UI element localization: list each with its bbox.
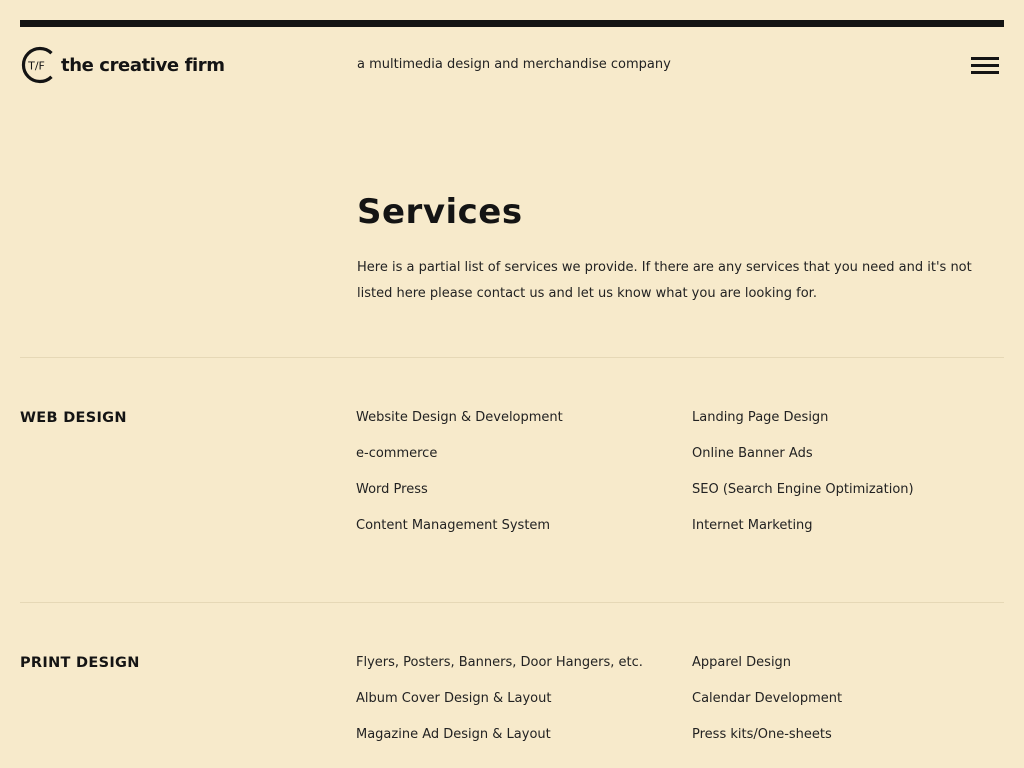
- menu-line: [971, 57, 999, 60]
- logo-mark-icon: T/F: [21, 46, 53, 84]
- service-item: e-commerce: [356, 446, 438, 461]
- hamburger-menu-icon[interactable]: [971, 56, 999, 76]
- section-divider: [20, 602, 1004, 603]
- page-title: Services: [357, 192, 523, 232]
- site-logo[interactable]: T/F the creative firm: [20, 46, 225, 84]
- service-item: Internet Marketing: [692, 518, 813, 533]
- section-title-print-design: PRINT DESIGN: [20, 655, 140, 671]
- site-tagline: a multimedia design and merchandise comp…: [357, 57, 671, 72]
- menu-line: [971, 71, 999, 74]
- print-design-list-col1: Flyers, Posters, Banners, Door Hangers, …: [356, 654, 643, 762]
- top-border-bar: [20, 20, 1004, 27]
- service-item: Landing Page Design: [692, 410, 829, 425]
- page: T/F the creative firm a multimedia desig…: [0, 0, 1024, 768]
- service-item: SEO (Search Engine Optimization): [692, 482, 914, 497]
- service-item: Album Cover Design & Layout: [356, 691, 552, 706]
- section-title-web-design: WEB DESIGN: [20, 410, 127, 426]
- logo-mark-text: T/F: [27, 60, 45, 73]
- intro-paragraph: Here is a partial list of services we pr…: [357, 260, 972, 301]
- web-design-list-col2: Landing Page Design Online Banner Ads SE…: [692, 409, 914, 553]
- print-design-list-col2: Apparel Design Calendar Development Pres…: [692, 654, 842, 762]
- web-design-list-col1: Website Design & Development e-commerce …: [356, 409, 563, 553]
- service-item: Flyers, Posters, Banners, Door Hangers, …: [356, 655, 643, 670]
- service-item: Calendar Development: [692, 691, 843, 706]
- service-item: Magazine Ad Design & Layout: [356, 727, 551, 742]
- menu-line: [971, 64, 999, 67]
- service-item: Word Press: [356, 482, 428, 497]
- logo-text: the creative firm: [61, 54, 225, 76]
- section-divider: [20, 357, 1004, 358]
- service-item: Content Management System: [356, 518, 551, 533]
- service-item: Apparel Design: [692, 655, 792, 670]
- service-item: Press kits/One-sheets: [692, 727, 832, 742]
- service-item: Online Banner Ads: [692, 446, 813, 461]
- service-item: Website Design & Development: [356, 410, 563, 425]
